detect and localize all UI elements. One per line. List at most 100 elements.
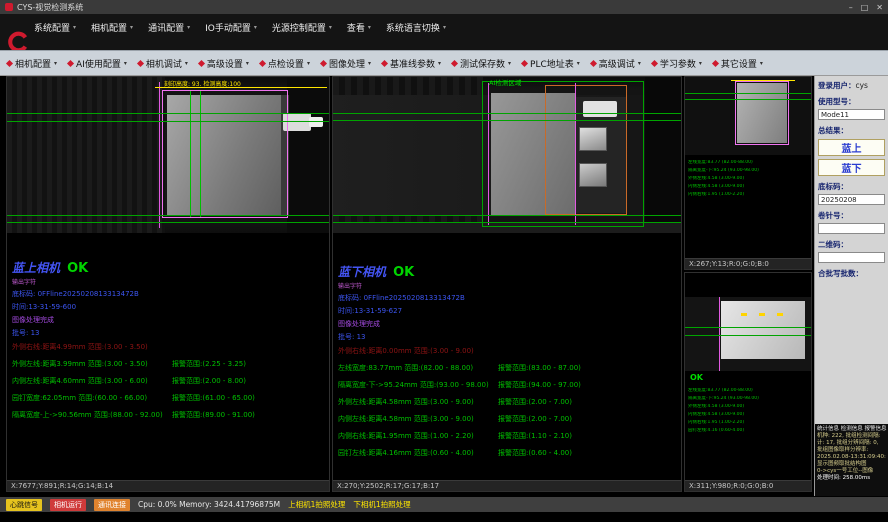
chevron-down-icon: ▾ — [73, 24, 76, 31]
menu-item-view[interactable]: 查看▾ — [347, 21, 371, 34]
diamond-icon — [590, 59, 597, 66]
thumbnail-top-image[interactable] — [685, 77, 811, 155]
edge-line — [719, 297, 720, 371]
close-button[interactable]: ✕ — [876, 3, 883, 12]
menu-item-io-manual-config[interactable]: IO手动配置▾ — [205, 21, 257, 34]
alarm-text: 报警范围:(2.00 - 7.00) — [498, 414, 672, 424]
menu-label: IO手动配置 — [205, 21, 251, 34]
alarm-text: 报警范围:(94.00 - 97.00) — [498, 380, 672, 390]
diamond-icon — [451, 59, 458, 66]
thumb-measure-line: 隔离宽度-下:95.24 (93.00-98.00) — [688, 168, 811, 173]
edge-line — [159, 82, 160, 228]
model-label: 使用型号： — [818, 96, 885, 107]
measurement-text: 园钉左线:距离4.16mm 范围:(0.60 - 4.00) — [338, 448, 498, 458]
yellow-mark — [759, 313, 765, 316]
stats-header: 统计信息 检测信息 报警信息 — [817, 426, 887, 433]
measurement-text: 左线宽度:83.77mm 范围:(82.00 - 88.00) — [338, 363, 498, 373]
barcode-value-box[interactable]: 20250208 — [818, 194, 885, 205]
thumb-measure-line: 外侧左线:4.58 (3.00-9.00) — [688, 404, 811, 409]
measurement-row: 隔离宽度-上->90.56mm 范围:(88.00 - 92.00)报警范围:(… — [12, 410, 321, 420]
menu-item-camera-config[interactable]: 相机配置▾ — [91, 21, 133, 34]
stats-line: 显示图频取批结构图 — [817, 461, 887, 468]
result-box-lower: 蓝下 — [818, 159, 885, 176]
thumb-measure-line: 左线宽度:83.77 (82.00-88.00) — [688, 160, 811, 165]
measure-line-h3 — [7, 215, 329, 216]
process-status-line: 图像处理完成 — [12, 315, 321, 325]
barcode-line: 底标码: 0FFline2025020813313472B — [12, 289, 321, 299]
toolbar-item-spot-check[interactable]: 点检设置▾ — [260, 57, 310, 70]
qr-value-box[interactable] — [818, 252, 885, 263]
diamond-icon — [712, 59, 719, 66]
thumbnail-bottom-image[interactable] — [685, 297, 811, 371]
diamond-icon — [259, 59, 266, 66]
toolbar-item-baseline-params[interactable]: 基准线参数▾ — [382, 57, 441, 70]
upper-camera-image[interactable]: 刻印高度: 93. 检测高度:100 — [7, 77, 329, 233]
toolbar-item-camera-config[interactable]: 相机配置▾ — [7, 57, 57, 70]
model-value-box[interactable]: Mode11 — [818, 109, 885, 120]
toolbar-item-ai-config[interactable]: AI使用配置▾ — [68, 57, 127, 70]
toolbar-item-plc-address[interactable]: PLC地址表▾ — [522, 57, 580, 70]
menu-item-language-switch[interactable]: 系统语言切换▾ — [386, 21, 446, 34]
comm-status-badge: 通讯连接 — [94, 499, 130, 511]
thumbnail-top-panel: 左线宽度:83.77 (82.00-88.00) 隔离宽度-下:95.24 (9… — [684, 76, 812, 270]
toolbar-item-learning-params[interactable]: 学习参数▾ — [652, 57, 702, 70]
chevron-down-icon: ▾ — [368, 24, 371, 31]
measure-line-h3 — [333, 215, 681, 216]
measurement-text: 内侧左线:距离4.60mm 范围:(3.00 - 6.00) — [12, 376, 172, 386]
menu-item-system-config[interactable]: 系统配置▾ — [34, 21, 76, 34]
stats-line: 机种: 222, 批组检测间隔: — [817, 433, 887, 440]
diamond-icon — [320, 59, 327, 66]
menu-item-comm-config[interactable]: 通讯配置▾ — [148, 21, 190, 34]
thumb-measure-line: 园钉左线:4.16 (0.60-4.00) — [688, 428, 811, 433]
alarm-text: 报警范围:(0.60 - 4.00) — [498, 448, 672, 458]
toolbar-item-camera-debug[interactable]: 相机调试▾ — [138, 57, 188, 70]
toolbar-label: 高级调试 — [599, 57, 635, 70]
toolbar: 相机配置▾ AI使用配置▾ 相机调试▾ 高级设置▾ 点检设置▾ 图像处理▾ 基准… — [0, 50, 888, 76]
diamond-icon — [198, 59, 205, 66]
diamond-icon — [381, 59, 388, 66]
measurement-row: 内侧左线:距离4.58mm 范围:(3.00 - 9.00)报警范围:(2.00… — [338, 414, 672, 424]
needle-value-box[interactable] — [818, 223, 885, 234]
menu-label: 相机配置 — [91, 21, 127, 34]
diamond-icon — [651, 59, 658, 66]
maximize-button[interactable]: □ — [861, 3, 869, 12]
toolbar-item-advanced-debug[interactable]: 高级调试▾ — [591, 57, 641, 70]
yellow-mark — [777, 313, 783, 316]
measure-line-h2 — [7, 121, 329, 122]
toolbar-label: 测试保存数 — [460, 57, 505, 70]
toolbar-item-image-processing[interactable]: 图像处理▾ — [321, 57, 371, 70]
toolbar-item-advanced-settings[interactable]: 高级设置▾ — [199, 57, 249, 70]
bright-block — [721, 301, 805, 359]
toolbar-label: 图像处理 — [329, 57, 365, 70]
camera-status-badge: 相机运行 — [50, 499, 86, 511]
measurement-row: 外侧左线:距离4.58mm 范围:(3.00 - 9.00)报警范围:(2.00… — [338, 397, 672, 407]
time-line: 时间:13-31-59-627 — [338, 306, 672, 316]
alarm-text: 报警范围:(89.00 - 91.00) — [172, 410, 321, 420]
chevron-down-icon: ▾ — [638, 60, 641, 67]
total-result-label: 总结果： — [818, 125, 885, 136]
chevron-down-icon: ▾ — [699, 60, 702, 67]
height-line — [731, 80, 795, 81]
menu-zone: 系统配置▾ 相机配置▾ 通讯配置▾ IO手动配置▾ 光源控制配置▾ 查看▾ 系统… — [0, 14, 888, 50]
yellow-mark — [741, 313, 747, 316]
thumb-measure-line: 内侧右线:1.95 (1.00-2.20) — [688, 420, 811, 425]
minimize-button[interactable]: – — [849, 3, 853, 12]
menu-item-light-control-config[interactable]: 光源控制配置▾ — [272, 21, 332, 34]
edge-line-right — [575, 83, 576, 225]
info-side-panel: 登录用户：cys 使用型号： Mode11 总结果： 蓝上 蓝下 底标码： 20… — [814, 76, 888, 496]
stats-line: 2025.02.08-13:31:09:40: — [817, 454, 887, 461]
camera-name-label: 蓝上相机 — [12, 261, 60, 275]
alarm-text: 报警范围:(2.00 - 7.00) — [498, 397, 672, 407]
menu-label: 通讯配置 — [148, 21, 184, 34]
stats-line: 0->cys一号工位--图像 — [817, 468, 887, 475]
measure-line-h2 — [333, 120, 681, 121]
roi-rect — [735, 81, 789, 145]
edge-line-left — [488, 83, 489, 225]
lower-camera-image[interactable]: AI检测区域 — [333, 77, 681, 233]
process-status-line: 图像处理完成 — [338, 319, 672, 329]
cpu-memory-readout: Cpu: 0.0% Memory: 3424.41796875M — [138, 500, 280, 509]
toolbar-item-test-save[interactable]: 测试保存数▾ — [452, 57, 511, 70]
thumb-measure-line: 外侧左线:4.58 (3.00-9.00) — [688, 176, 811, 181]
chevron-down-icon: ▾ — [254, 24, 257, 31]
toolbar-item-other-settings[interactable]: 其它设置▾ — [713, 57, 763, 70]
